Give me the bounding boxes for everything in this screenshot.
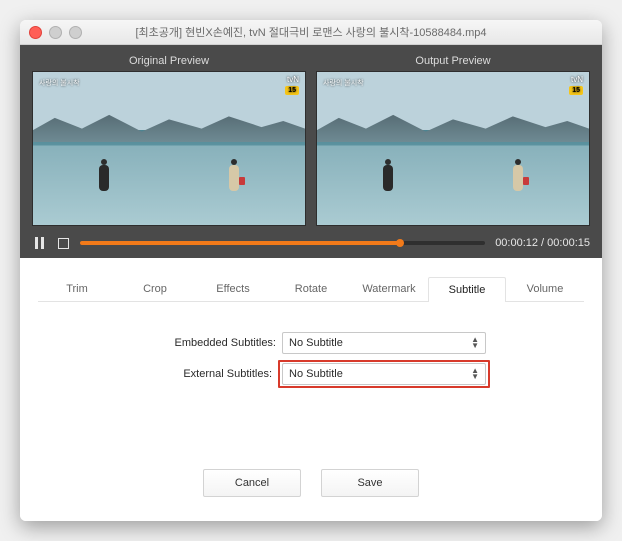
tab-watermark[interactable]: Watermark xyxy=(350,276,428,301)
dialog-buttons: Cancel Save xyxy=(20,469,602,497)
cancel-button[interactable]: Cancel xyxy=(203,469,301,497)
minimize-window-button[interactable] xyxy=(49,26,62,39)
external-subtitles-highlight: No Subtitle ▲▼ xyxy=(278,360,490,388)
age-rating-badge: 15 xyxy=(285,86,299,95)
age-rating-badge: 15 xyxy=(569,86,583,95)
figure-right xyxy=(512,159,524,191)
output-preview: 사랑의 불시착 tvN 15 xyxy=(316,71,590,226)
select-stepper-icon: ▲▼ xyxy=(471,368,479,380)
app-window: [최초공개] 현빈X손예진, tvN 절대극비 로맨스 사랑의 불시착-1058… xyxy=(20,20,602,521)
time-display: 00:00:12 / 00:00:15 xyxy=(495,237,590,249)
tab-rotate[interactable]: Rotate xyxy=(272,276,350,301)
progress-fill xyxy=(80,241,400,245)
channel-badge: tvN 15 xyxy=(569,76,583,95)
tab-bar: Trim Crop Effects Rotate Watermark Subti… xyxy=(38,276,584,302)
save-button[interactable]: Save xyxy=(321,469,419,497)
window-title: [최초공개] 현빈X손예진, tvN 절대극비 로맨스 사랑의 불시착-1058… xyxy=(20,24,602,40)
close-window-button[interactable] xyxy=(29,26,42,39)
channel-badge: tvN 15 xyxy=(285,76,299,95)
external-subtitles-row: External Subtitles: No Subtitle ▲▼ xyxy=(50,360,572,388)
external-subtitles-label: External Subtitles: xyxy=(132,368,272,380)
select-stepper-icon: ▲▼ xyxy=(471,337,479,349)
stop-icon xyxy=(58,238,69,249)
tab-crop[interactable]: Crop xyxy=(116,276,194,301)
original-preview: 사랑의 불시착 tvN 15 xyxy=(32,71,306,226)
channel-logo-text: tvN xyxy=(287,75,299,84)
channel-logo-text: tvN xyxy=(571,75,583,84)
external-subtitles-select[interactable]: No Subtitle ▲▼ xyxy=(282,363,486,385)
progress-knob[interactable] xyxy=(396,239,404,247)
stop-button[interactable] xyxy=(56,236,70,250)
pause-icon xyxy=(35,237,44,249)
tab-volume[interactable]: Volume xyxy=(506,276,584,301)
figure-left xyxy=(98,159,110,191)
embedded-subtitles-label: Embedded Subtitles: xyxy=(136,337,276,349)
window-controls xyxy=(29,26,82,39)
embedded-subtitles-select[interactable]: No Subtitle ▲▼ xyxy=(282,332,486,354)
pause-button[interactable] xyxy=(32,236,46,250)
subtitle-pane: Embedded Subtitles: No Subtitle ▲▼ Exter… xyxy=(20,302,602,404)
embedded-subtitles-value: No Subtitle xyxy=(289,337,343,349)
tab-effects[interactable]: Effects xyxy=(194,276,272,301)
preview-overlay-caption: 사랑의 불시착 xyxy=(323,78,364,88)
original-preview-label: Original Preview xyxy=(32,55,306,67)
titlebar: [최초공개] 현빈X손예진, tvN 절대극비 로맨스 사랑의 불시착-1058… xyxy=(20,20,602,45)
figure-right xyxy=(228,159,240,191)
preview-area: Original Preview Output Preview 사랑의 불시착 … xyxy=(20,45,602,258)
progress-bar[interactable] xyxy=(80,241,485,245)
zoom-window-button[interactable] xyxy=(69,26,82,39)
tab-subtitle[interactable]: Subtitle xyxy=(428,277,506,302)
edit-panel: Trim Crop Effects Rotate Watermark Subti… xyxy=(20,258,602,521)
player-controls: 00:00:12 / 00:00:15 xyxy=(32,236,590,250)
tab-trim[interactable]: Trim xyxy=(38,276,116,301)
figure-left xyxy=(382,159,394,191)
embedded-subtitles-row: Embedded Subtitles: No Subtitle ▲▼ xyxy=(50,332,572,354)
output-preview-label: Output Preview xyxy=(316,55,590,67)
preview-overlay-caption: 사랑의 불시착 xyxy=(39,78,80,88)
external-subtitles-value: No Subtitle xyxy=(289,368,343,380)
